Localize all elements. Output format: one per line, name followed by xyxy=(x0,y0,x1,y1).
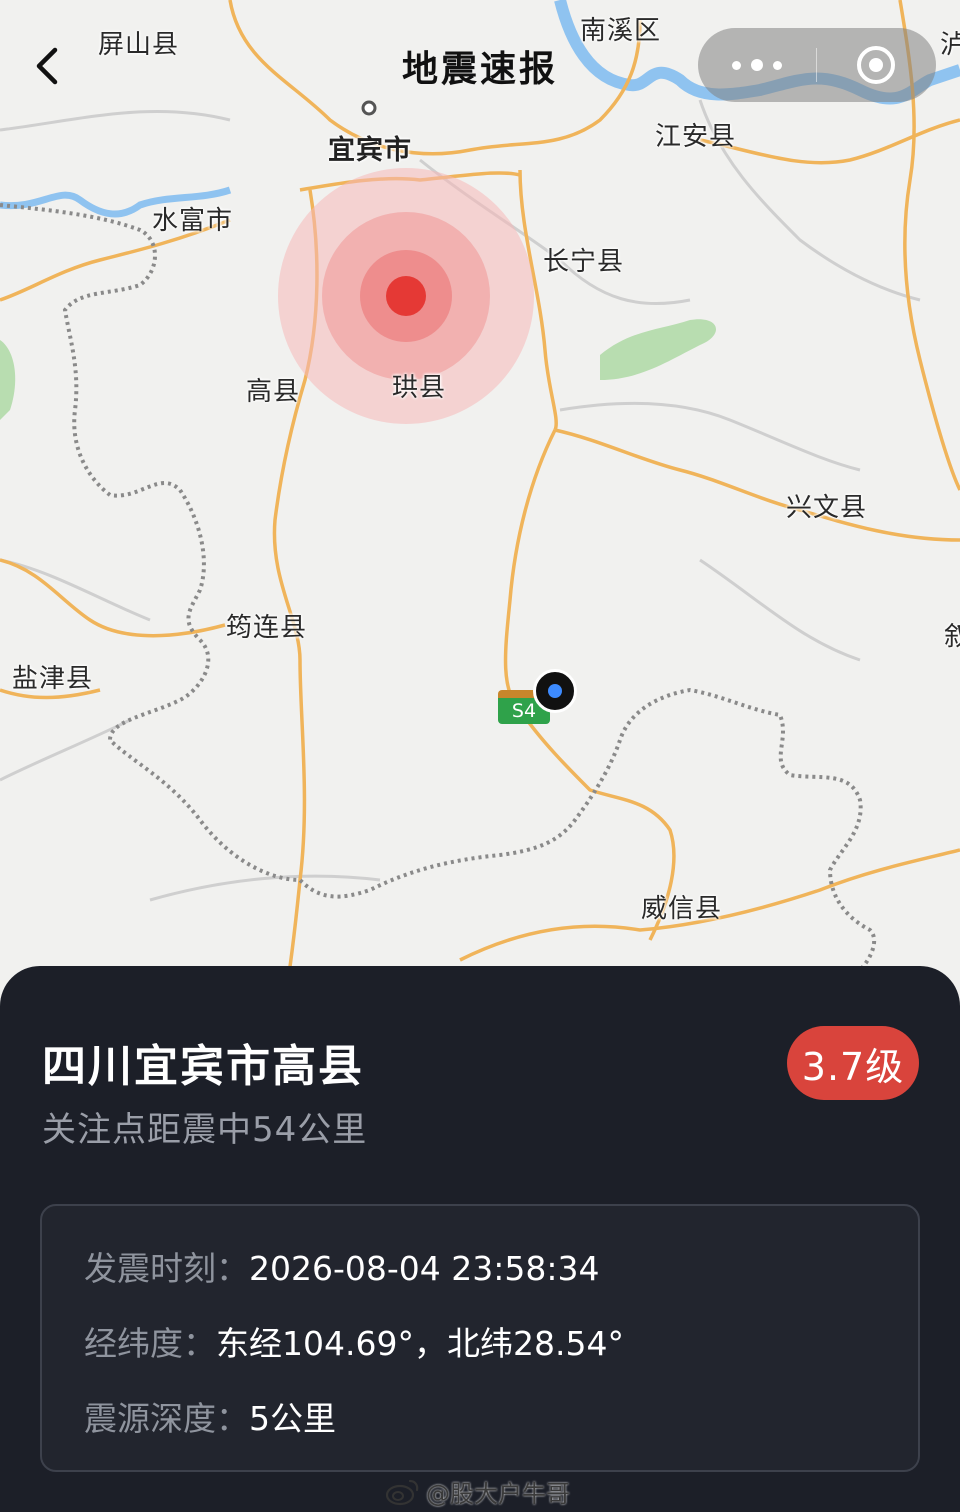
detail-row-time: 发震时刻：2026-08-04 23:58:34 xyxy=(84,1242,599,1290)
depth-label: 震源深度： xyxy=(84,1399,249,1438)
depth-value: 5公里 xyxy=(249,1399,336,1438)
mini-program-capsule[interactable] xyxy=(698,28,936,102)
map-label-gongxian: 珙县 xyxy=(392,373,447,403)
city-dot xyxy=(361,100,377,116)
earthquake-location: 四川宜宾市高县 xyxy=(42,1041,364,1092)
map-label-changning: 长宁县 xyxy=(543,247,625,277)
distance-info: 关注点距震中54公里 xyxy=(42,1110,368,1150)
watermark-text: @股大户牛哥 xyxy=(426,1480,570,1508)
more-button[interactable] xyxy=(698,28,816,102)
target-close-icon xyxy=(857,46,895,84)
magnitude-badge: 3.7级 xyxy=(787,1026,919,1100)
map-label-partial-right: 叙 xyxy=(944,622,960,652)
time-label: 发震时刻： xyxy=(84,1249,249,1288)
time-value: 2026-08-04 23:58:34 xyxy=(249,1249,600,1288)
details-card: 发震时刻：2026-08-04 23:58:34 经纬度：东经104.69°，北… xyxy=(40,1204,920,1472)
coordinates-label: 经纬度： xyxy=(84,1324,216,1363)
watermark: @股大户牛哥 xyxy=(386,1474,570,1509)
map-label-gaoxian: 高县 xyxy=(246,377,301,407)
close-button[interactable] xyxy=(817,28,935,102)
map-label-weixin: 威信县 xyxy=(641,894,723,924)
map-label-junlian: 筠连县 xyxy=(226,613,308,643)
map-label-xingwen: 兴文县 xyxy=(786,493,868,523)
location-dot xyxy=(548,684,562,698)
map-view[interactable]: 屏山县 南溪区 泸 宜宾市 江安县 水富市 长宁县 高县 珙县 兴文县 筠连县 … xyxy=(0,0,960,1001)
detail-row-coordinates: 经纬度：东经104.69°，北纬28.54° xyxy=(84,1317,624,1365)
location-pin-icon[interactable] xyxy=(533,669,577,713)
map-label-yibin: 宜宾市 xyxy=(328,135,412,166)
weibo-icon xyxy=(386,1479,419,1505)
map-label-shuifu: 水富市 xyxy=(152,206,234,236)
detail-row-depth: 震源深度：5公里 xyxy=(84,1392,336,1440)
coordinates-value: 东经104.69°，北纬28.54° xyxy=(216,1324,624,1363)
more-dots-icon xyxy=(727,59,787,71)
map-label-jiangan: 江安县 xyxy=(655,122,737,152)
map-label-yanjin: 盐津县 xyxy=(12,664,94,694)
